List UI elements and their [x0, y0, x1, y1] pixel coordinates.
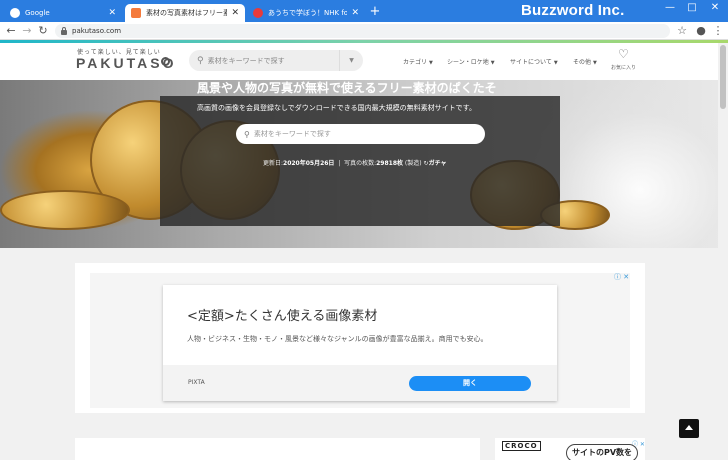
page-viewport: 使って楽しい、見て楽しい PAKUTASO ⚲ 素材をキーワードで探す ▼ カテ…: [0, 43, 718, 460]
ad-open-button[interactable]: 開く: [409, 376, 531, 391]
content-card: [75, 438, 480, 460]
menu-icon[interactable]: ⋮: [711, 23, 725, 39]
url-text: pakutaso.com: [72, 27, 122, 35]
logo-mark-icon: [161, 57, 170, 66]
ad-body: 人物・ビジネス・生物・モノ・風景など様々なジャンルの画像が豊富な品揃え。商用でも…: [187, 335, 488, 343]
close-icon[interactable]: ✕: [108, 8, 116, 18]
croco-logo: CROCO: [502, 441, 541, 451]
chevron-down-icon: ▼: [490, 60, 495, 66]
coin-image: [0, 190, 130, 230]
google-favicon-icon: [10, 8, 20, 18]
tab-title: Google: [25, 9, 50, 17]
side-ad-bubble[interactable]: サイトのPV数を: [566, 444, 638, 460]
nav-label: サイトについて: [510, 59, 552, 66]
hero-stats: 更新日:2020年05月26日 | 写真の枚数:29818枚 (製造) ↻ガチャ: [263, 160, 447, 167]
nav-other[interactable]: その他 ▼: [573, 57, 597, 66]
back-button[interactable]: ←: [4, 23, 18, 39]
heart-icon[interactable]: ♡: [618, 48, 629, 60]
random-link[interactable]: (製造): [405, 160, 422, 167]
tab-strip: Google ✕ 素材の写真素材はフリー素材のぱくたそ ✕ あうちで学ぼう！NH…: [0, 0, 728, 22]
tab-google[interactable]: Google ✕: [4, 4, 122, 22]
chevron-down-icon: ▼: [429, 60, 433, 66]
forward-button[interactable]: →: [20, 23, 34, 39]
chevron-down-icon: ▼: [553, 60, 558, 66]
maximize-button[interactable]: □: [681, 0, 703, 16]
hero-search-box[interactable]: ⚲ 素材をキーワードで探す: [236, 124, 485, 144]
profile-icon[interactable]: ●: [694, 23, 708, 39]
lock-icon: [61, 26, 67, 35]
gacha-link[interactable]: ガチャ: [429, 160, 447, 167]
new-tab-button[interactable]: +: [368, 4, 382, 20]
site-header: 使って楽しい、見て楽しい PAKUTASO ⚲ 素材をキーワードで探す ▼ カテ…: [0, 43, 718, 80]
page-scrollbar[interactable]: [718, 43, 728, 460]
window-close-button[interactable]: ✕: [704, 0, 726, 16]
browser-toolbar: ← → ↻ pakutaso.com ☆ ● ⋮: [0, 22, 728, 40]
updated-label: 更新日:: [263, 160, 284, 167]
count-label: 写真の枚数:: [344, 160, 377, 167]
reload-button[interactable]: ↻: [36, 23, 50, 39]
search-icon: ⚲: [197, 55, 204, 66]
nav-scene[interactable]: シーン・ロケ地 ▼: [447, 57, 495, 66]
ad-footer: PIXTA 開く: [163, 365, 557, 401]
hero-subtitle: 高画質の画像を会員登録なしでダウンロードできる国内最大規模の無料素材サイトです。: [197, 104, 476, 112]
pakutaso-favicon-icon: [131, 8, 141, 18]
updated-value: 2020年05月26日: [283, 160, 335, 167]
close-icon[interactable]: ✕: [231, 8, 239, 18]
address-bar[interactable]: pakutaso.com: [55, 24, 670, 38]
hero-title: 風景や人物の写真が無料で使えるフリー素材のぱくたそ: [197, 81, 497, 95]
tab-title: あうちで学ぼう！NHK for School: [268, 9, 348, 17]
adchoices-icon[interactable]: ⓘ ✕: [614, 272, 629, 282]
count-value: 29818枚: [376, 160, 403, 167]
nav-category[interactable]: カテゴリ ▼: [403, 57, 433, 66]
nav-label: その他: [573, 59, 592, 66]
nav-about[interactable]: サイトについて ▼: [510, 57, 558, 66]
ad-headline[interactable]: <定額>たくさん使える画像素材: [187, 305, 377, 324]
back-to-top-button[interactable]: [679, 419, 699, 438]
hero-search-input[interactable]: 素材をキーワードで探す: [254, 129, 331, 139]
close-icon[interactable]: ✕: [351, 8, 359, 18]
chevron-down-icon: ▼: [593, 60, 597, 66]
brand-watermark: Buzzword Inc.: [521, 2, 625, 19]
search-options-button[interactable]: ▼: [339, 50, 363, 71]
tab-nhk[interactable]: あうちで学ぼう！NHK for School ✕: [247, 4, 365, 22]
ad-source: PIXTA: [188, 379, 205, 386]
favorites-label: お気に入り: [611, 65, 637, 71]
minimize-button[interactable]: —: [659, 0, 681, 16]
site-search-box[interactable]: ⚲ 素材をキーワードで探す ▼: [189, 50, 363, 71]
tab-title: 素材の写真素材はフリー素材のぱくたそ: [146, 9, 228, 17]
nhk-favicon-icon: [253, 8, 263, 18]
bookmark-star-icon[interactable]: ☆: [675, 23, 689, 39]
search-icon: ⚲: [244, 129, 250, 139]
ad-card[interactable]: <定額>たくさん使える画像素材 人物・ビジネス・生物・モノ・風景など様々なジャン…: [163, 285, 557, 401]
site-search-input[interactable]: 素材をキーワードで探す: [208, 56, 339, 66]
nav-label: シーン・ロケ地: [447, 59, 489, 66]
tab-pakutaso[interactable]: 素材の写真素材はフリー素材のぱくたそ ✕: [125, 4, 245, 22]
scrollbar-thumb[interactable]: [720, 45, 726, 109]
nav-label: カテゴリ: [403, 59, 428, 66]
